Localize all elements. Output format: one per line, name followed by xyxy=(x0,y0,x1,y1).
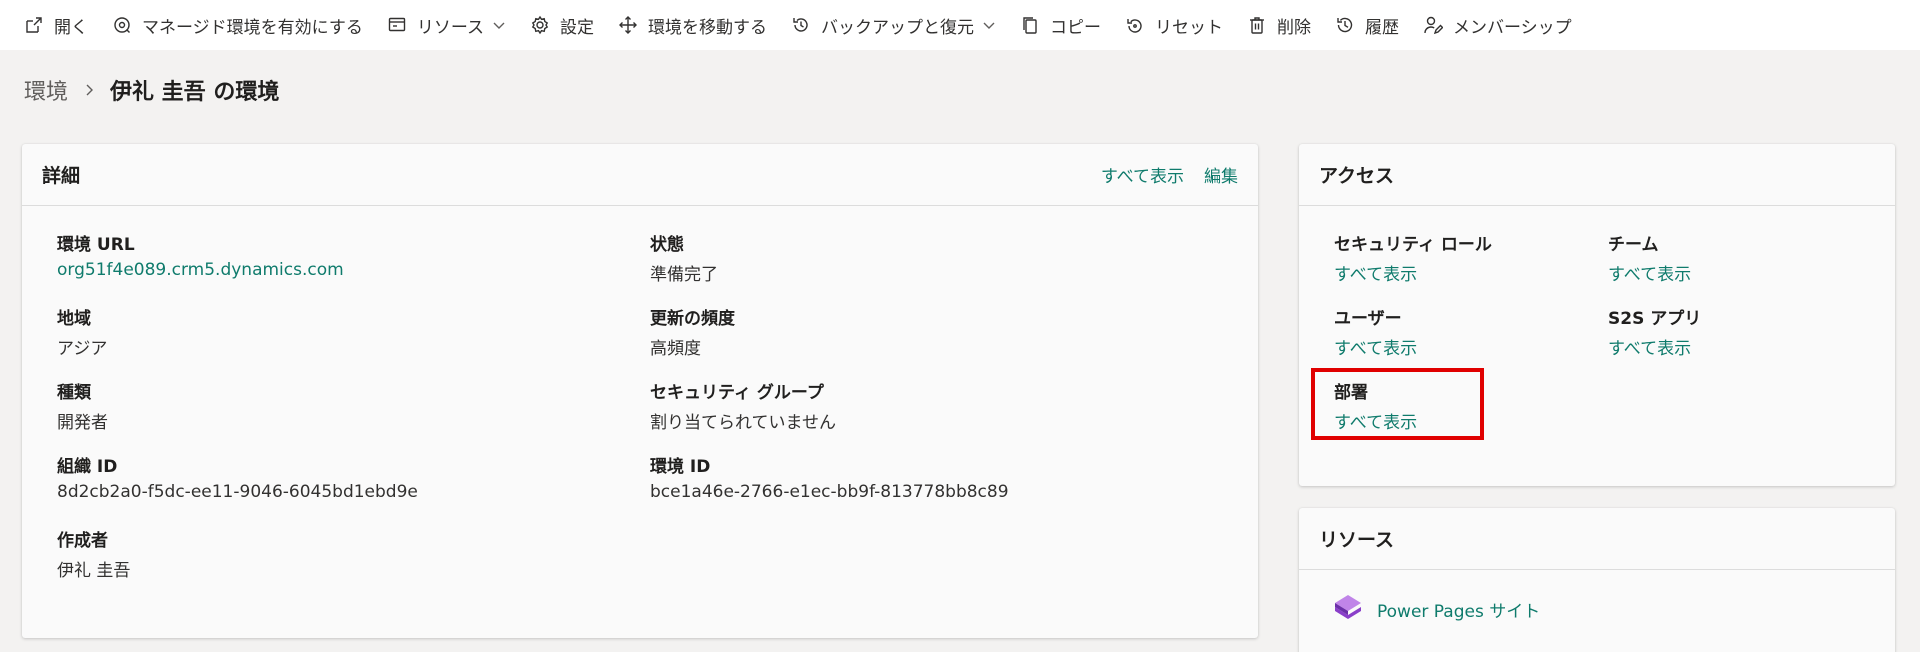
creator-label: 作成者 xyxy=(57,531,108,551)
env-id-field: 環境 ID bce1a46e-2766-e1ec-bb9f-813778bb8c… xyxy=(650,452,1009,502)
enable-managed-label: マネージド環境を有効にする xyxy=(142,17,363,38)
settings-label: 設定 xyxy=(560,17,594,38)
teams-field: チーム すべて表示 xyxy=(1608,230,1691,285)
command-bar: 開く マネージド環境を有効にする リソース 設定 環境を移動する バックアップと… xyxy=(0,0,1920,50)
creator-value: 伊礼 圭吾 xyxy=(57,561,131,581)
backup-icon xyxy=(793,18,808,32)
history-button[interactable]: 履歴 xyxy=(1335,5,1399,45)
resources-menu-button[interactable]: リソース xyxy=(387,5,506,45)
org-id-field: 組織 ID 8d2cb2a0-f5dc-ee11-9046-6045bd1ebd… xyxy=(57,452,418,502)
page-title: 伊礼 圭吾 の環境 xyxy=(110,80,280,105)
copy-button[interactable]: コピー xyxy=(1020,5,1101,45)
business-units-field: 部署 すべて表示 xyxy=(1334,378,1417,433)
security-group-field: セキュリティ グループ 割り当てられていません xyxy=(650,378,836,433)
creator-field: 作成者 伊礼 圭吾 xyxy=(57,526,130,581)
open-button[interactable]: 開く xyxy=(24,5,88,45)
env-url-field: 環境 URL org51f4e089.crm5.dynamics.com xyxy=(57,230,344,280)
open-label: 開く xyxy=(54,17,88,38)
env-url-link[interactable]: org51f4e089.crm5.dynamics.com xyxy=(57,260,344,280)
delete-label: 削除 xyxy=(1277,17,1311,38)
resources-title: リソース xyxy=(1319,529,1395,551)
delete-button[interactable]: 削除 xyxy=(1247,5,1311,45)
teams-view-all-link[interactable]: すべて表示 xyxy=(1608,260,1691,285)
update-frequency-field: 更新の頻度 高頻度 xyxy=(650,304,735,359)
state-label: 状態 xyxy=(650,235,684,255)
access-card-header: アクセス xyxy=(1299,144,1895,206)
move-env-button[interactable]: 環境を移動する xyxy=(618,5,767,45)
settings-button[interactable]: 設定 xyxy=(530,5,594,45)
security-roles-field: セキュリティ ロール すべて表示 xyxy=(1334,230,1492,285)
power-pages-icon xyxy=(1335,595,1361,619)
access-title: アクセス xyxy=(1319,165,1395,187)
org-id-value: 8d2cb2a0-f5dc-ee11-9046-6045bd1ebd9e xyxy=(57,482,418,502)
security-group-label: セキュリティ グループ xyxy=(650,383,824,403)
resources-card-header: リソース xyxy=(1299,508,1895,570)
users-field: ユーザー すべて表示 xyxy=(1334,304,1417,359)
copy-label: コピー xyxy=(1050,17,1101,38)
region-label: 地域 xyxy=(57,309,91,329)
update-frequency-value: 高頻度 xyxy=(650,339,701,359)
move-icon xyxy=(619,16,637,34)
security-group-value: 割り当てられていません xyxy=(650,413,836,433)
history-icon xyxy=(1337,17,1353,33)
details-card-header: 詳細 すべて表示 編集 xyxy=(22,144,1258,206)
copy-icon xyxy=(1023,17,1037,34)
person-edit-icon xyxy=(1424,16,1443,35)
env-url-label: 環境 URL xyxy=(57,235,135,255)
resources-label: リソース xyxy=(416,17,484,38)
details-title: 詳細 xyxy=(42,165,81,187)
details-view-all-link[interactable]: すべて表示 xyxy=(1101,162,1184,187)
region-value: アジア xyxy=(57,339,108,359)
power-pages-link[interactable]: Power Pages サイト xyxy=(1377,597,1540,622)
business-units-label: 部署 xyxy=(1334,383,1368,403)
details-actions: すべて表示 編集 xyxy=(1081,162,1238,187)
reset-icon xyxy=(1127,19,1142,33)
backup-restore-label: バックアップと復元 xyxy=(821,17,974,38)
region-field: 地域 アジア xyxy=(57,304,107,359)
chevron-down-icon xyxy=(983,22,995,29)
chevron-right-icon xyxy=(86,84,94,96)
update-frequency-label: 更新の頻度 xyxy=(650,309,735,329)
reset-button[interactable]: リセット xyxy=(1125,5,1223,45)
backup-restore-menu-button[interactable]: バックアップと復元 xyxy=(791,5,996,45)
env-id-value: bce1a46e-2766-e1ec-bb9f-813778bb8c89 xyxy=(650,482,1009,502)
state-field: 状態 準備完了 xyxy=(650,230,718,285)
details-card: 詳細 すべて表示 編集 環境 URL org51f4e089.crm5.dyna… xyxy=(22,144,1258,638)
membership-button[interactable]: メンバーシップ xyxy=(1423,5,1572,45)
business-units-view-all-link[interactable]: すべて表示 xyxy=(1334,408,1417,433)
env-id-label: 環境 ID xyxy=(650,457,711,477)
org-id-label: 組織 ID xyxy=(57,457,118,477)
state-value: 準備完了 xyxy=(650,265,718,285)
power-pages-item[interactable]: Power Pages サイト xyxy=(1331,592,1540,626)
reset-label: リセット xyxy=(1155,17,1223,38)
teams-label: チーム xyxy=(1608,235,1659,255)
s2s-apps-view-all-link[interactable]: すべて表示 xyxy=(1608,334,1701,359)
details-edit-link[interactable]: 編集 xyxy=(1204,162,1238,187)
enable-managed-button[interactable]: マネージド環境を有効にする xyxy=(112,5,363,45)
type-value: 開発者 xyxy=(57,413,108,433)
resources-icon xyxy=(388,17,406,32)
history-label: 履歴 xyxy=(1365,17,1399,38)
trash-icon xyxy=(1250,17,1264,34)
access-card: アクセス セキュリティ ロール すべて表示 チーム すべて表示 ユーザー すべて… xyxy=(1299,144,1895,486)
resources-card: リソース xyxy=(1299,508,1895,652)
users-view-all-link[interactable]: すべて表示 xyxy=(1334,334,1417,359)
security-roles-view-all-link[interactable]: すべて表示 xyxy=(1334,260,1492,285)
breadcrumb: 環境 伊礼 圭吾 の環境 xyxy=(24,74,279,106)
s2s-apps-label: S2S アプリ xyxy=(1608,309,1702,329)
gear-icon xyxy=(531,15,549,35)
type-label: 種類 xyxy=(57,383,91,403)
chevron-down-icon xyxy=(493,22,505,29)
s2s-apps-field: S2S アプリ すべて表示 xyxy=(1608,304,1701,359)
security-roles-label: セキュリティ ロール xyxy=(1334,235,1492,255)
membership-label: メンバーシップ xyxy=(1453,17,1572,38)
type-field: 種類 開発者 xyxy=(57,378,108,433)
managed-env-icon xyxy=(114,17,130,33)
move-env-label: 環境を移動する xyxy=(648,17,767,38)
open-icon xyxy=(26,17,42,33)
users-label: ユーザー xyxy=(1334,309,1402,329)
breadcrumb-environments-link[interactable]: 環境 xyxy=(24,74,68,106)
